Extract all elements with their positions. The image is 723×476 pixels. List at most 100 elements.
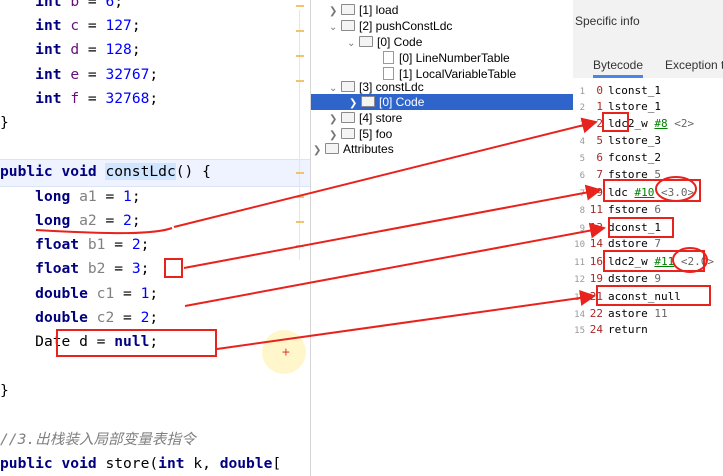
code-line-method-store[interactable]: public void store(int k, double[ [0,452,281,476]
gutter-marker [296,5,304,7]
tree-item-attributes[interactable]: ❯ Attributes [313,141,394,157]
bytecode-offset: 7 [596,168,603,181]
folder-icon [341,112,355,123]
chevron-down-icon[interactable]: ⌄ [329,20,341,36]
bytecode-offset: 9 [596,186,603,199]
gutter-marker [296,172,304,174]
code-line-double-c2[interactable]: double c2 = 2; [0,306,158,330]
code-line-long-a1[interactable]: long a1 = 1; [0,185,140,209]
bytecode-row[interactable]: 2 1 lstore_1 [573,98,661,115]
bytecode-opcode: fstore [608,203,655,216]
gutter-marker [296,221,304,223]
bytecode-row[interactable]: 14 22 astore 11 [573,305,668,322]
bytecode-opcode: return [608,323,648,336]
bytecode-offset: 14 [589,237,603,250]
bytecode-operand: <3.0> [654,186,695,199]
bytecode-row[interactable]: 1 0 lconst_1 [573,82,661,99]
tree-item-linenumbertable[interactable]: [0] LineNumberTable [383,50,510,66]
bytecode-operand: <2> [667,117,695,130]
bytecode-offset: 0 [596,84,603,97]
bytecode-offset: 13 [589,221,603,234]
chevron-down-icon[interactable]: ⌄ [347,36,359,52]
gutter-marker [296,80,304,82]
bytecode-offset: 24 [589,323,603,336]
code-line-int-c[interactable]: int c = 127; [0,14,140,38]
chevron-right-icon[interactable]: ❯ [313,143,325,159]
bytecode-offset: 2 [596,117,603,130]
bytecode-row[interactable]: 12 19 dstore 9 [573,270,661,287]
folder-icon [341,81,355,92]
tree-item-code[interactable]: ⌄ [0] Code [347,34,422,50]
gutter-marker [296,196,304,198]
bytecode-opcode: dstore [608,272,655,285]
folder-icon [341,20,355,31]
gutter-marker [296,55,304,57]
code-line-comment[interactable]: //3.出栈装入局部变量表指令 [0,428,196,452]
code-line-int-f[interactable]: int f = 32768; [0,87,158,111]
bytecode-opcode: astore [608,307,655,320]
bytecode-operand: 6 [654,203,661,216]
bytecode-offset: 11 [589,203,603,216]
bytecode-row[interactable]: 3 2 ldc2_w #8 <2> [573,115,695,132]
bytecode-row[interactable]: 15 24 return [573,321,648,338]
code-line-float-b2[interactable]: float b2 = 3; [0,257,149,281]
code-line-int-e[interactable]: int e = 32767; [0,63,158,87]
code-line-float-b1[interactable]: float b1 = 2; [0,233,149,257]
bytecode-row[interactable]: 7 9 ldc #10 <3.0> [573,184,695,201]
bytecode-offset: 5 [596,134,603,147]
bytecode-offset: 22 [589,307,603,320]
bytecode-row[interactable]: 13 21 aconst_null [573,288,681,305]
tab-exception-table[interactable]: Exception t [665,55,723,75]
tree-item-store[interactable]: ❯ [4] store [329,110,402,126]
bytecode-opcode: ldc2_w [608,255,655,268]
constant-pool-link[interactable]: #8 [654,117,667,130]
code-line-int-d[interactable]: int d = 128; [0,38,140,62]
bytecode-offset: 21 [589,290,603,303]
bytecode-row[interactable]: 11 16 ldc2_w #11 <2.0> [573,253,714,270]
code-line-double-c1[interactable]: double c1 = 1; [0,282,158,306]
tree-item-foo[interactable]: ❯ [5] foo [329,126,392,142]
line-number: 12 [574,275,585,285]
folder-icon [325,143,339,154]
code-line-method-constldc[interactable]: public void constLdc() { [0,160,211,184]
line-number: 10 [574,240,585,250]
file-icon [383,51,394,64]
panel-title: Specific info [575,14,640,28]
specific-info-panel: Specific info Bytecode Exception t 1 0 lco… [573,0,723,476]
bytecode-row[interactable]: 8 11 fstore 6 [573,201,661,218]
add-icon[interactable]: + [282,345,290,360]
constant-pool-link[interactable]: #10 [635,186,655,199]
code-line-int-b[interactable]: int b = 6; [0,0,123,14]
class-structure-tree[interactable]: ❯ [1] load ⌄ [2] pushConstLdc ⌄ [0] Code [0… [310,0,574,476]
bytecode-offset: 19 [589,272,603,285]
constant-pool-link[interactable]: #11 [654,255,674,268]
bytecode-row[interactable]: 10 14 dstore 7 [573,235,661,252]
bytecode-opcode: ldc [608,186,635,199]
bytecode-opcode: lconst_1 [608,84,661,97]
code-line-close-brace[interactable]: } [0,111,9,135]
bytecode-row[interactable]: 4 5 lstore_3 [573,132,661,149]
tree-item-pushconstldc[interactable]: ⌄ [2] pushConstLdc [329,18,452,34]
bytecode-row[interactable]: 5 6 fconst_2 [573,149,661,166]
bytecode-opcode: aconst_null [608,290,681,303]
bytecode-opcode: lstore_3 [608,134,661,147]
folder-icon [341,128,355,139]
bytecode-operand: 11 [654,307,668,320]
bytecode-offset: 1 [596,100,603,113]
bytecode-row[interactable]: 6 7 fstore 5 [573,166,661,183]
tab-bytecode[interactable]: Bytecode [593,55,644,78]
bytecode-listing[interactable]: 1 0 lconst_1 2 1 lstore_1 3 2 ldc2_w #8 <2> 4 5 lst… [573,78,723,476]
code-line-long-a2[interactable]: long a2 = 2; [0,209,140,233]
bytecode-opcode: lstore_1 [608,100,661,113]
folder-icon [361,96,375,107]
tree-item-constldc[interactable]: ⌄ [3] constLdc [329,79,424,95]
code-line-date-d[interactable]: Date d = null; [0,330,158,354]
tree-item-constldc-code[interactable]: ❯ [0] Code [311,94,574,110]
info-tabs: Bytecode Exception t [581,55,723,78]
code-editor[interactable]: int b = 6; int c = 127; int d = 128; int… [0,0,310,476]
code-line-close-brace-2[interactable]: } [0,379,9,403]
bytecode-operand: 9 [654,272,661,285]
tree-item-load[interactable]: ❯ [1] load [329,2,398,18]
bytecode-row[interactable]: 9 13 dconst_1 [573,219,661,236]
bytecode-opcode: dconst_1 [608,221,661,234]
